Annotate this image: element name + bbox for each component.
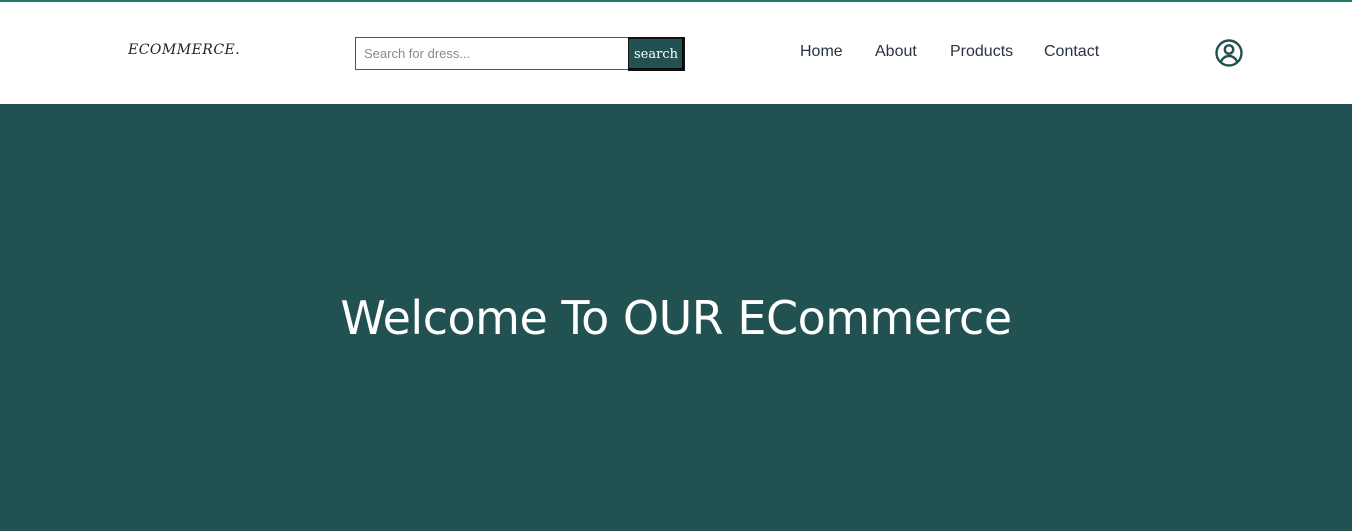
search-bar: search bbox=[355, 37, 685, 71]
user-circle-icon[interactable] bbox=[1214, 38, 1244, 68]
nav-link-about[interactable]: About bbox=[875, 43, 917, 61]
navbar: ECOMMERCE. search Home About Products Co… bbox=[0, 2, 1352, 104]
nav-link-home[interactable]: Home bbox=[800, 43, 843, 61]
nav-link-products[interactable]: Products bbox=[950, 43, 1013, 61]
search-button[interactable]: search bbox=[628, 37, 685, 71]
brand-logo[interactable]: ECOMMERCE. bbox=[128, 42, 240, 58]
hero-banner: Welcome To OUR ECommerce bbox=[0, 104, 1352, 531]
nav-link-contact[interactable]: Contact bbox=[1044, 43, 1099, 61]
search-input[interactable] bbox=[355, 37, 628, 70]
hero-title: Welcome To OUR ECommerce bbox=[340, 291, 1012, 345]
